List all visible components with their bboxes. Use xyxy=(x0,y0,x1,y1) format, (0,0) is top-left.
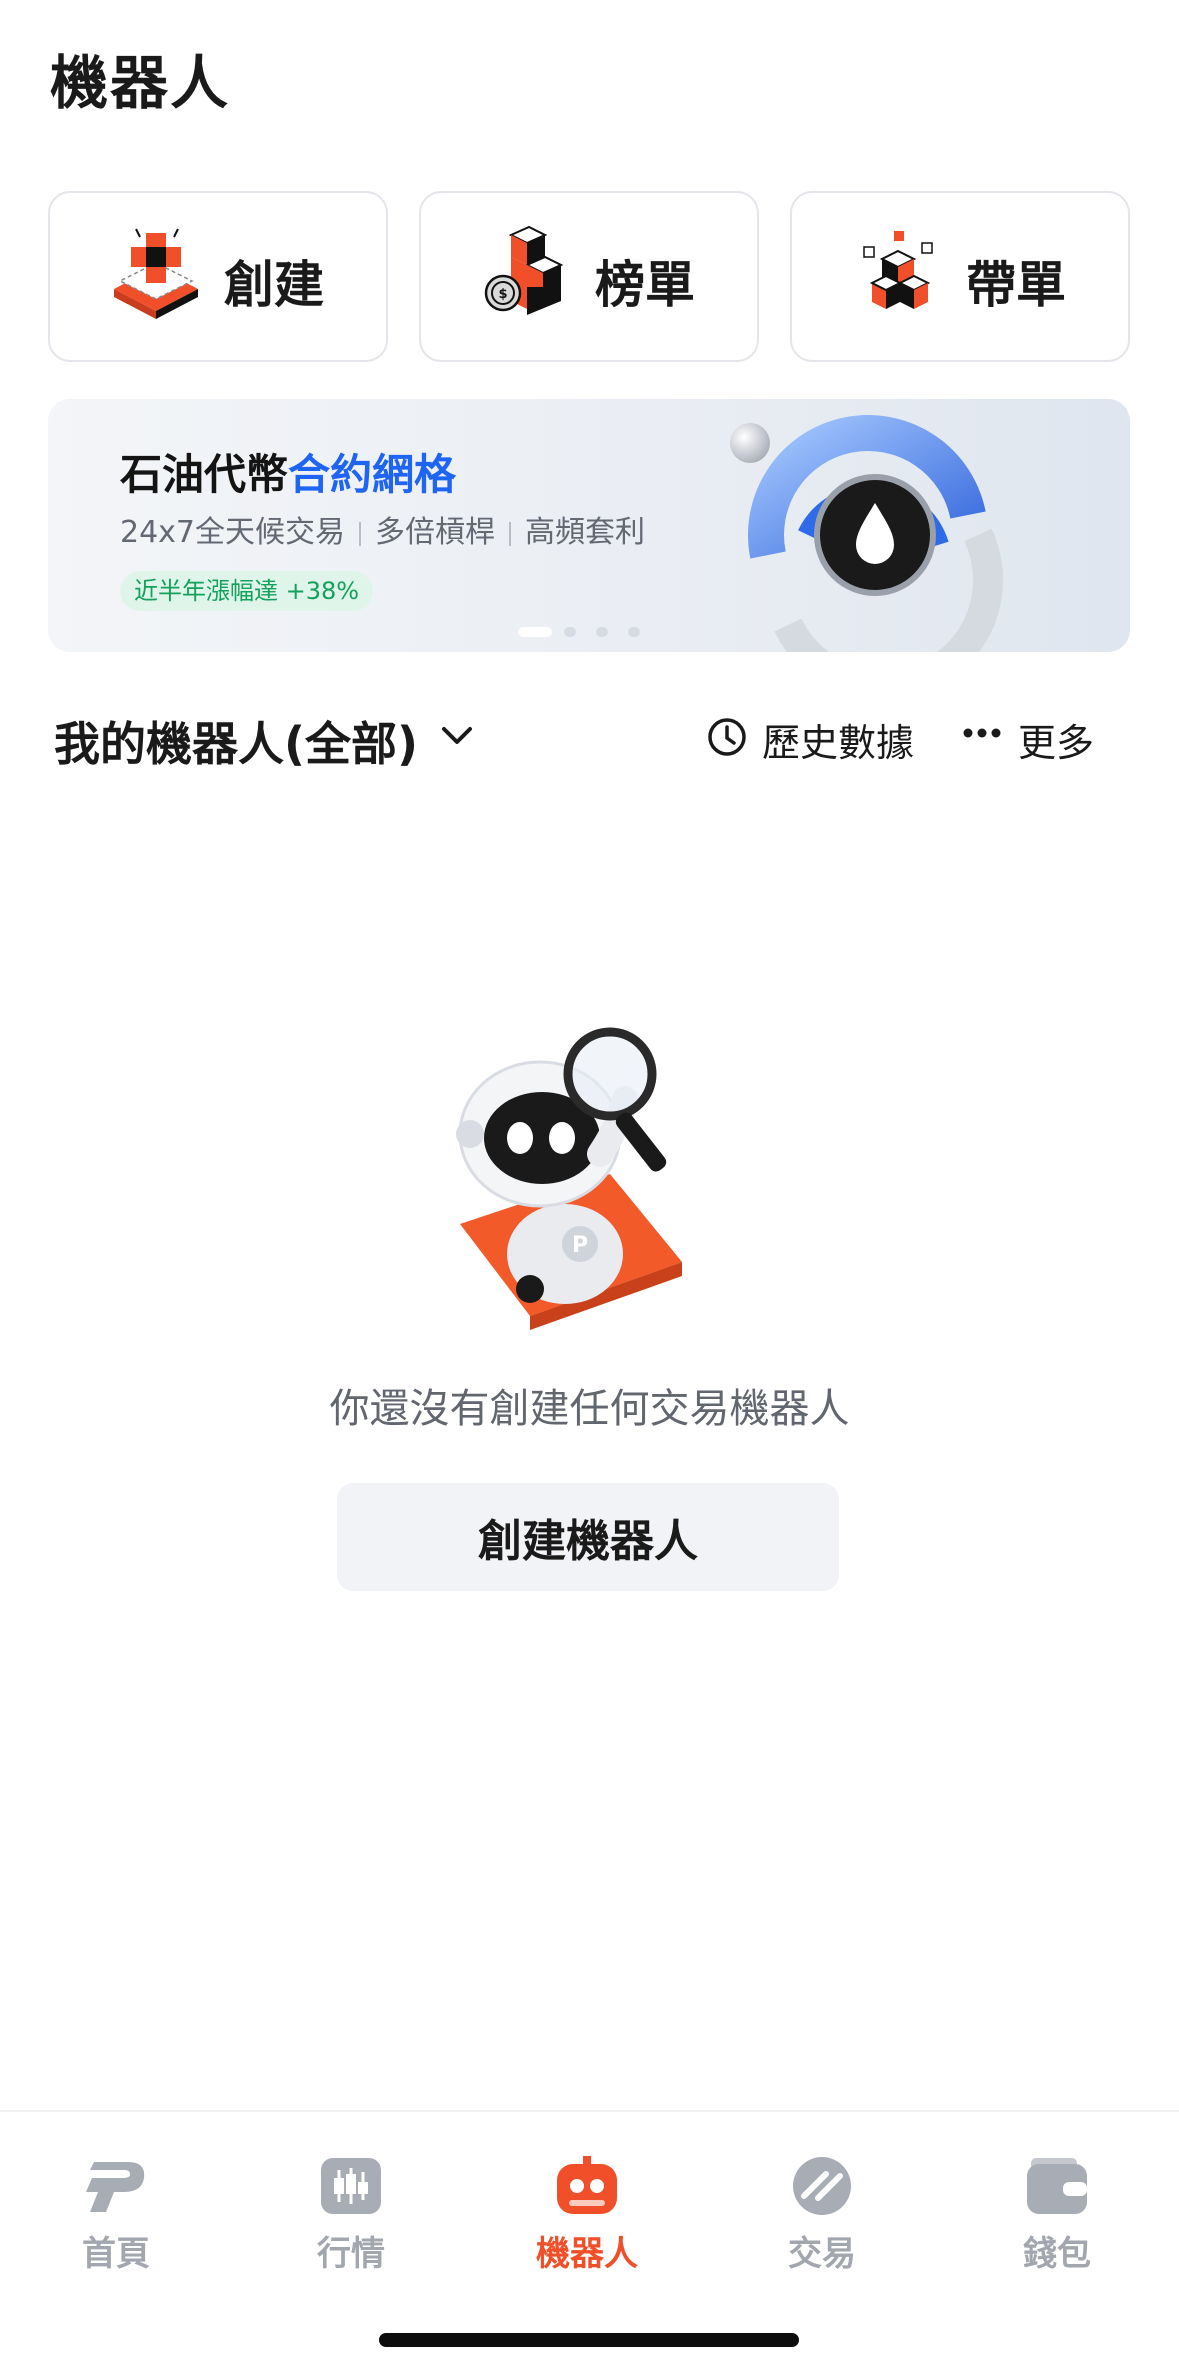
tab-market-label: 行情 xyxy=(317,2234,385,2274)
page-title: 機器人 xyxy=(50,49,231,117)
leaderboard-icon: $ xyxy=(484,225,564,315)
pagination-dot xyxy=(596,627,608,637)
svg-text:P: P xyxy=(572,1233,588,1258)
create-card-label: 創建 xyxy=(224,256,324,314)
leaderboard-card-label: 榜單 xyxy=(595,256,695,314)
history-data-label: 歷史數據 xyxy=(762,721,915,765)
tab-home[interactable]: 首頁 xyxy=(26,2156,206,2276)
wallet-icon xyxy=(1027,2158,1087,2214)
banner-subtitle: 24x7全天候交易 多倍槓桿 高頻套利 xyxy=(120,507,645,551)
my-robots-filter[interactable]: 我的機器人(全部) xyxy=(54,708,418,774)
robot-mascot-illustration: P xyxy=(456,1027,682,1330)
banner-title: 石油代幣合約網格 xyxy=(120,441,456,502)
tab-trade-label: 交易 xyxy=(788,2234,856,2274)
leaderboard-card[interactable]: $ 榜單 xyxy=(419,191,759,362)
oil-token-grid-illustration xyxy=(730,415,1004,652)
tab-market[interactable]: 行情 xyxy=(261,2156,441,2276)
chevron-down-icon[interactable] xyxy=(440,723,474,747)
banner-gain-badge: 近半年漲幅達 +38% xyxy=(120,571,374,611)
robot-page: 機器人 創建 $ 榜單 帶單 石油代幣合約網格 24x7全天候交易 多倍槓桿 高… xyxy=(0,0,1179,2379)
banner-feature: 高頻套利 xyxy=(525,515,646,550)
copy-trade-icon xyxy=(863,231,933,309)
tab-wallet-label: 錢包 xyxy=(1023,2234,1091,2274)
more-dots-icon xyxy=(963,728,1001,738)
trade-icon xyxy=(793,2157,851,2215)
more-label: 更多 xyxy=(1018,721,1095,765)
create-plus-icon xyxy=(114,228,198,319)
robot-icon xyxy=(557,2156,617,2214)
empty-state-message: 你還沒有創建任何交易機器人 xyxy=(329,1386,850,1432)
tab-robot-label: 機器人 xyxy=(536,2234,638,2274)
pagination-dot xyxy=(564,627,576,637)
tab-wallet[interactable]: 錢包 xyxy=(967,2156,1147,2276)
separator xyxy=(509,521,512,546)
separator xyxy=(359,521,362,546)
banner-feature: 多倍槓桿 xyxy=(375,515,496,550)
market-candles-icon xyxy=(321,2158,381,2214)
svg-text:$: $ xyxy=(498,287,507,302)
create-robot-button[interactable]: 創建機器人 xyxy=(337,1483,839,1591)
tab-home-label: 首頁 xyxy=(82,2234,150,2274)
promo-banner[interactable]: 石油代幣合約網格 24x7全天候交易 多倍槓桿 高頻套利 近半年漲幅達 +38% xyxy=(48,399,1130,652)
banner-title-main: 石油代幣 xyxy=(120,450,289,499)
pagination-dot-active xyxy=(518,627,552,637)
copy-trade-card-label: 帶單 xyxy=(966,256,1066,314)
pagination-dot xyxy=(628,627,640,637)
copy-trade-card[interactable]: 帶單 xyxy=(790,191,1130,362)
home-indicator[interactable] xyxy=(379,2333,799,2347)
home-logo-icon xyxy=(86,2162,145,2212)
banner-feature: 24x7全天候交易 xyxy=(120,515,346,550)
tab-robot[interactable]: 機器人 xyxy=(497,2156,677,2276)
clock-icon xyxy=(708,718,746,756)
create-card[interactable]: 創建 xyxy=(48,191,388,362)
action-cards: 創建 $ 榜單 帶單 xyxy=(48,191,1130,362)
tab-trade[interactable]: 交易 xyxy=(732,2156,912,2276)
banner-title-highlight: 合約網格 xyxy=(288,450,457,499)
